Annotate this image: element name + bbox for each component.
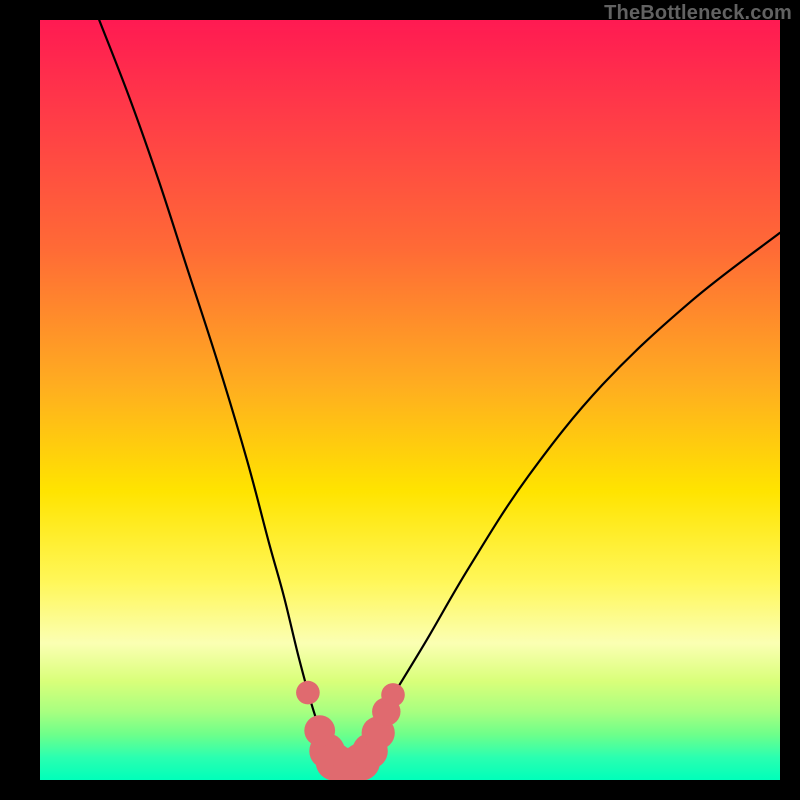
bottleneck-curve (99, 20, 780, 759)
plot-svg (40, 20, 780, 780)
highlight-dots (296, 681, 405, 780)
highlight-dot (381, 683, 405, 707)
highlight-dot (296, 681, 320, 705)
plot-area (40, 20, 780, 780)
chart-stage: TheBottleneck.com (0, 0, 800, 800)
